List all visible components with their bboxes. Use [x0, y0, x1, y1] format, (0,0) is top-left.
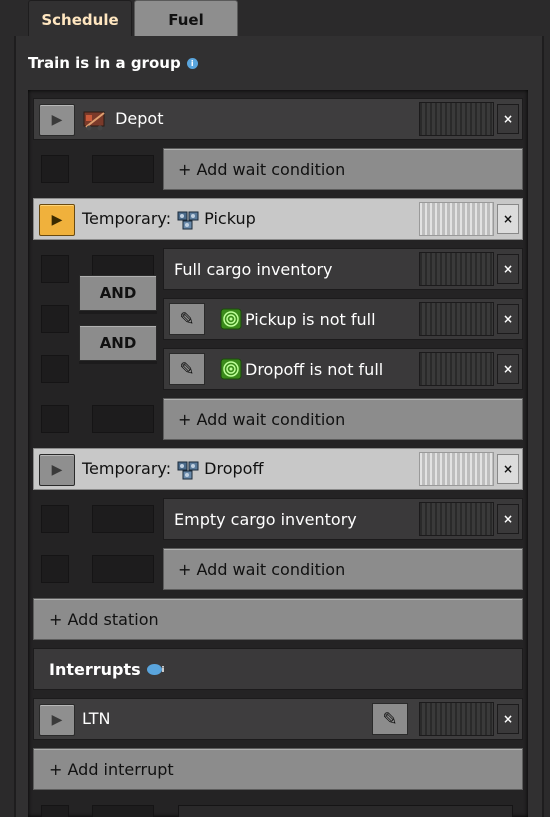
empty-slot: [92, 555, 154, 583]
play-icon[interactable]: ▶: [39, 454, 75, 486]
station-name-dropoff: Dropoff: [204, 459, 264, 478]
station-label: Temporary: Pickup: [82, 199, 256, 239]
close-icon[interactable]: ×: [497, 704, 519, 734]
interrupts-header: Interrupts i: [33, 648, 523, 690]
add-interrupt-button[interactable]: + Add interrupt: [33, 748, 523, 790]
close-icon[interactable]: ×: [497, 304, 519, 334]
group-heading: Train is in a group i: [28, 54, 198, 72]
progress-bar: [419, 452, 494, 486]
temporary-prefix: Temporary:: [82, 459, 177, 478]
progress-bar: [419, 702, 494, 736]
empty-slot: [41, 405, 69, 433]
close-icon[interactable]: ×: [497, 354, 519, 384]
condition-label: Full cargo inventory: [174, 259, 333, 279]
pencil-icon[interactable]: ✎: [169, 353, 205, 385]
progress-bar: [419, 352, 494, 386]
empty-slot: [41, 505, 69, 533]
wait-condition-pickup-not-full[interactable]: ✎ Pickup is not full ×: [163, 298, 523, 340]
group-heading-text: Train is in a group: [28, 54, 181, 72]
close-icon[interactable]: ×: [497, 454, 519, 484]
train-stop-icon: [177, 211, 199, 229]
progress-bar: [419, 252, 494, 286]
interrupts-title: Interrupts: [49, 659, 141, 679]
interrupt-row-ltn[interactable]: ▶ LTN ✎ ×: [33, 698, 523, 740]
station-row-dropoff[interactable]: ▶ Temporary: Dropoff ×: [33, 448, 523, 490]
empty-slot: [92, 805, 154, 817]
add-wait-condition-button[interactable]: + Add wait condition: [163, 548, 523, 590]
train-stop-icon: [177, 461, 199, 479]
info-icon[interactable]: i: [146, 663, 164, 675]
progress-bar: [419, 102, 494, 136]
empty-slot: [41, 805, 69, 817]
station-row-pickup[interactable]: ▶ Temporary: Pickup ×: [33, 198, 523, 240]
add-station-button[interactable]: + Add station: [33, 598, 523, 640]
empty-slot: [41, 305, 69, 333]
empty-slot: [41, 555, 69, 583]
close-icon[interactable]: ×: [497, 204, 519, 234]
station-name-pickup: Pickup: [204, 209, 256, 228]
tab-schedule[interactable]: Schedule: [28, 0, 132, 38]
tab-fuel[interactable]: Fuel: [134, 0, 238, 38]
empty-slot: [92, 405, 154, 433]
play-icon[interactable]: ▶: [39, 704, 75, 736]
close-icon[interactable]: ×: [497, 504, 519, 534]
close-icon[interactable]: ×: [497, 104, 519, 134]
wait-condition-dropoff-not-full[interactable]: ✎ Dropoff is not full ×: [163, 348, 523, 390]
progress-bar: [419, 502, 494, 536]
temporary-prefix: Temporary:: [82, 209, 177, 228]
and-connector-button[interactable]: AND: [79, 275, 157, 311]
empty-slot: [92, 505, 154, 533]
progress-bar: [419, 302, 494, 336]
station-row-depot[interactable]: ▶ Depot ×: [33, 98, 523, 140]
and-connector-button[interactable]: AND: [79, 325, 157, 361]
wait-condition-full-cargo[interactable]: Full cargo inventory ×: [163, 248, 523, 290]
empty-slot: [41, 355, 69, 383]
station-label: Depot: [82, 99, 163, 139]
station-label: Temporary: Dropoff: [82, 449, 263, 489]
info-icon[interactable]: i: [186, 57, 198, 69]
empty-slot: [41, 255, 69, 283]
signal-icon: [220, 308, 242, 330]
play-icon[interactable]: ▶: [39, 104, 75, 136]
wait-condition-empty-cargo[interactable]: Empty cargo inventory ×: [163, 498, 523, 540]
empty-slot: [178, 805, 513, 817]
add-wait-condition-button[interactable]: + Add wait condition: [163, 398, 523, 440]
add-wait-condition-button[interactable]: + Add wait condition: [163, 148, 523, 190]
empty-slot: [92, 155, 154, 183]
close-icon[interactable]: ×: [497, 254, 519, 284]
empty-slot: [41, 155, 69, 183]
pencil-icon[interactable]: ✎: [169, 303, 205, 335]
progress-bar: [419, 202, 494, 236]
play-icon[interactable]: ▶: [39, 204, 75, 236]
pencil-icon[interactable]: ✎: [372, 703, 408, 735]
station-name-depot: Depot: [115, 109, 164, 128]
condition-label: Empty cargo inventory: [174, 509, 357, 529]
signal-icon: [220, 358, 242, 380]
depot-station-icon: [83, 111, 105, 130]
interrupt-label: LTN: [82, 709, 111, 728]
